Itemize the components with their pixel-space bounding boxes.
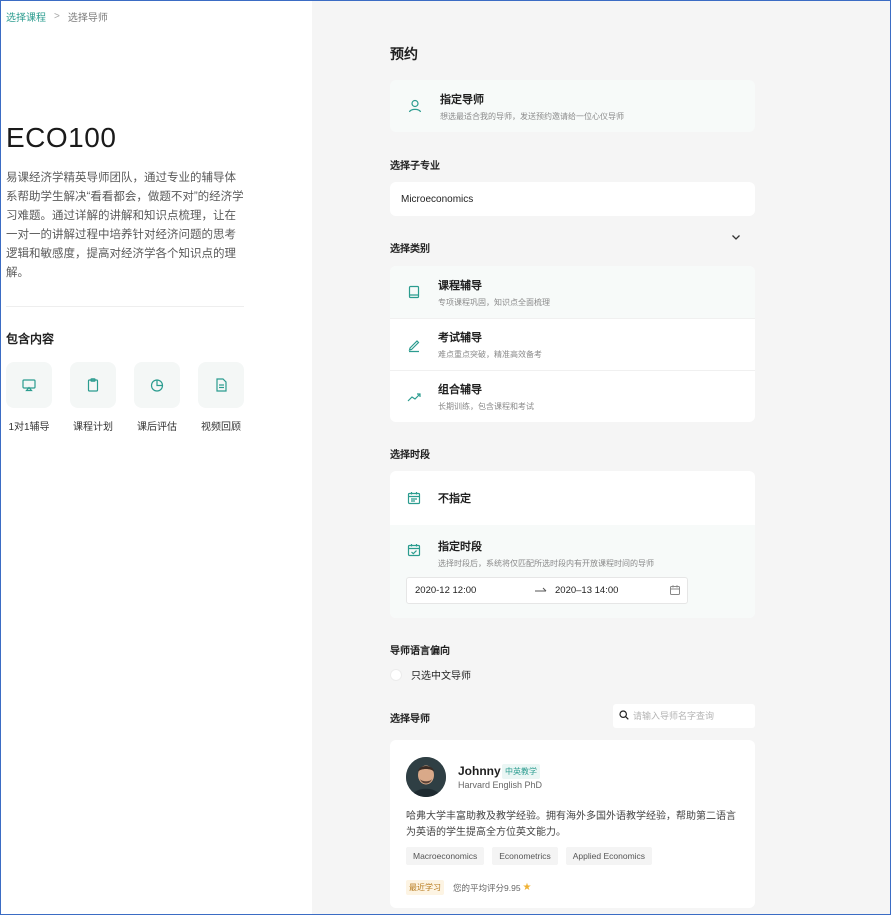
time-specified-subtitle: 选择时段后，系统将仅匹配所选时段内有开放课程时间的导师: [438, 559, 654, 568]
include-item-plan: 课程计划: [70, 362, 116, 433]
average-rating: 您的平均评分9.95: [453, 882, 521, 893]
breadcrumb: 选择课程 > 选择导师: [6, 9, 108, 24]
category-option-course[interactable]: 课程辅导 专项课程巩固，知识点全面梳理: [390, 266, 755, 318]
category-title: 课程辅导: [438, 279, 482, 292]
time-range-picker[interactable]: 2020-12 12:00 2020–13 14:00: [406, 577, 688, 604]
include-label: 视频回顾: [201, 422, 241, 433]
subject-chip: Econometrics: [492, 847, 558, 865]
include-label: 课程计划: [73, 422, 113, 433]
course-code: ECO100: [6, 122, 117, 153]
language-option-label: 只选中文导师: [411, 671, 471, 682]
trend-icon: [390, 389, 438, 405]
clipboard-icon: [70, 362, 116, 408]
search-icon: [619, 707, 629, 725]
category-subtitle: 专项课程巩固，知识点全面梳理: [438, 297, 550, 307]
include-item-assessment: 课后评估: [134, 362, 180, 433]
include-label: 课后评估: [137, 422, 177, 433]
tutor-name: Johnny: [458, 764, 501, 778]
time-options: 不指定 指定时段 选择时段后，系统将仅匹配所选时段内有开放课程时间的导师 202…: [390, 471, 755, 618]
calendar-icon[interactable]: [669, 584, 681, 599]
category-subtitle: 长期训练，包含课程和考试: [438, 402, 534, 411]
course-info-panel: 选择课程 > 选择导师 ECO100 易课经济学精英导师团队，通过专业的辅导体系…: [0, 0, 312, 915]
language-label: 导师语言偏向: [390, 646, 450, 657]
chevron-down-icon[interactable]: [730, 230, 742, 248]
pie-chart-icon: [134, 362, 180, 408]
include-item-video-review: 视频回顾: [198, 362, 244, 433]
category-label: 选择类别: [390, 244, 430, 255]
book-icon: [390, 284, 438, 300]
calendar-icon: [390, 490, 438, 506]
divider: [6, 306, 244, 307]
designate-title: 指定导师: [440, 93, 484, 106]
time-label: 选择时段: [390, 450, 430, 461]
tutor-degree: Harvard English PhD: [458, 780, 543, 790]
radio-button[interactable]: [390, 668, 402, 681]
designate-subtitle: 想选最适合我的导师，发送预约邀请给一位心仪导师: [440, 111, 624, 121]
subject-select[interactable]: Microeconomics: [390, 182, 755, 216]
subject-value: Microeconomics: [401, 193, 474, 205]
category-title: 组合辅导: [438, 384, 482, 396]
subject-chip: Applied Economics: [565, 847, 653, 865]
chinese-tutor-only-toggle[interactable]: 只选中文导师: [390, 667, 471, 682]
booking-panel: 预约 指定导师 想选最适合我的导师，发送预约邀请给一位心仪导师 选择子专业 Mi…: [312, 0, 891, 915]
page-title: 预约: [390, 46, 418, 62]
designate-tutor-option[interactable]: 指定导师 想选最适合我的导师，发送预约邀请给一位心仪导师: [390, 80, 755, 132]
subject-chip: Macroeconomics: [406, 847, 485, 865]
avatar: [406, 757, 446, 797]
tutor-label: 选择导师: [390, 714, 430, 725]
breadcrumb-link-select-course[interactable]: 选择课程: [6, 9, 46, 24]
breadcrumb-separator: >: [54, 11, 60, 22]
course-description: 易课经济学精英导师团队，通过专业的辅导体系帮助学生解决“看看都会，做题不对”的经…: [6, 172, 244, 279]
tutor-subject-chips: Macroeconomics Econometrics Applied Econ…: [406, 847, 653, 865]
category-option-combo[interactable]: 组合辅导 长期训练，包含课程和考试: [390, 370, 755, 422]
arrow-right-icon: [535, 585, 547, 598]
recent-learning-row: 最近学习 您的平均评分9.95 ★: [406, 880, 532, 895]
document-icon: [198, 362, 244, 408]
time-specified-title: 指定时段: [438, 541, 482, 553]
screen-share-icon: [6, 362, 52, 408]
star-icon: ★: [522, 882, 532, 893]
subject-label: 选择子专业: [390, 161, 440, 172]
range-end[interactable]: 2020–13 14:00: [555, 585, 618, 596]
tutor-card[interactable]: Johnny 中英教学 Harvard English PhD 哈弗大学丰富助教…: [390, 740, 755, 908]
includes-list: 1对1辅导 课程计划 课后评估 视频回顾: [6, 362, 244, 433]
category-option-exam[interactable]: 考试辅导 难点重点突破，精准高效备考: [390, 318, 755, 370]
include-item-tutoring: 1对1辅导: [6, 362, 52, 433]
tutor-search-input[interactable]: [633, 711, 743, 721]
calendar-check-icon: [390, 538, 438, 558]
category-subtitle: 难点重点突破，精准高效备考: [438, 350, 542, 359]
time-unspecified-title: 不指定: [438, 493, 471, 505]
includes-title: 包含内容: [6, 332, 55, 346]
include-label: 1对1辅导: [8, 422, 50, 433]
user-icon: [390, 98, 440, 114]
pen-icon: [390, 337, 438, 353]
category-options: 课程辅导 专项课程巩固，知识点全面梳理 考试辅导 难点重点突破，精准高效备考 组…: [390, 266, 755, 422]
tutor-bio: 哈弗大学丰富助教及教学经验。拥有海外多国外语教学经验，帮助第二语言为英语的学生提…: [406, 811, 736, 838]
teaching-language-tag: 中英教学: [502, 764, 540, 779]
tutor-search-box: [613, 704, 755, 728]
recent-badge: 最近学习: [406, 880, 444, 895]
breadcrumb-current: 选择导师: [67, 13, 108, 24]
range-start[interactable]: 2020-12 12:00: [415, 585, 476, 596]
time-option-unspecified[interactable]: 不指定: [390, 471, 755, 525]
category-title: 考试辅导: [438, 332, 482, 344]
time-option-specified[interactable]: 指定时段 选择时段后，系统将仅匹配所选时段内有开放课程时间的导师 2020-12…: [390, 525, 755, 618]
